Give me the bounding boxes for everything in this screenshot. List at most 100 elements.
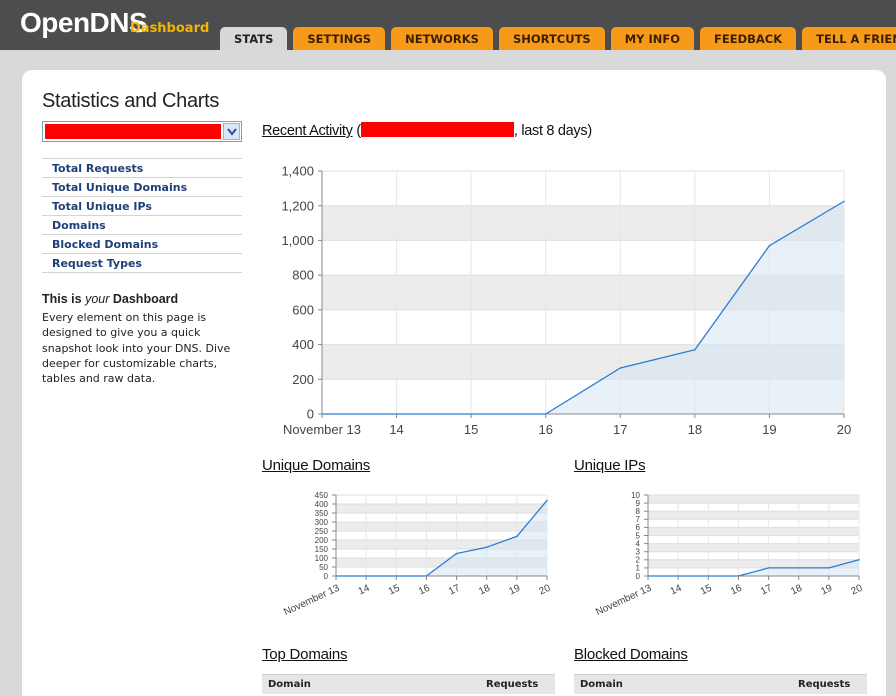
col-requests[interactable]: Requests bbox=[798, 675, 850, 695]
unique-domains-link[interactable]: Unique Domains bbox=[262, 457, 370, 474]
x-tick-label: 20 bbox=[850, 583, 865, 598]
page-title: Statistics and Charts bbox=[42, 90, 220, 112]
y-tick-label: 9 bbox=[636, 499, 641, 508]
sidebar-item-blocked-domains[interactable]: Blocked Domains bbox=[42, 235, 242, 254]
unique-ips-chart[interactable]: 012345678910 November 13 14 15 16 17 18 19 20 bbox=[574, 487, 868, 624]
tab-stats[interactable]: STATS bbox=[220, 27, 288, 50]
x-tick-label: November 13 bbox=[283, 422, 361, 437]
tab-my-info[interactable]: MY INFO bbox=[610, 27, 695, 50]
y-tick-label: 50 bbox=[319, 563, 328, 572]
y-tick-label: 0 bbox=[307, 407, 314, 422]
data-point bbox=[619, 367, 622, 369]
grid-band bbox=[648, 495, 859, 504]
top-header: OpenDNS Dashboard STATS SETTINGS NETWORK… bbox=[0, 0, 896, 50]
y-tick-label: 600 bbox=[292, 302, 314, 317]
y-tick-label: 10 bbox=[631, 491, 640, 500]
y-tick-label: 400 bbox=[292, 337, 314, 352]
sidebar-item-request-types[interactable]: Request Types bbox=[42, 254, 242, 273]
y-tick-label: 0 bbox=[324, 572, 329, 581]
sidebar-nav: Total Requests Total Unique Domains Tota… bbox=[42, 158, 242, 273]
data-point bbox=[828, 567, 830, 569]
y-tick-label: 250 bbox=[315, 527, 329, 536]
x-tick-label: 16 bbox=[729, 583, 744, 598]
y-tick-label: 200 bbox=[315, 536, 329, 545]
x-tick-label: 14 bbox=[389, 422, 403, 437]
grid-band bbox=[648, 511, 859, 520]
grid-band bbox=[322, 205, 844, 241]
x-tick-label: 16 bbox=[538, 422, 552, 437]
blocked-domains-link[interactable]: Blocked Domains bbox=[574, 646, 688, 663]
col-domain[interactable]: Domain bbox=[580, 675, 623, 695]
tab-shortcuts[interactable]: SHORTCUTS bbox=[498, 27, 605, 50]
y-tick-label: 1 bbox=[636, 564, 641, 573]
redacted-network-name bbox=[45, 124, 221, 139]
x-tick-label: 17 bbox=[613, 422, 627, 437]
y-tick-label: 7 bbox=[636, 515, 641, 524]
sidebar-item-domains[interactable]: Domains bbox=[42, 216, 242, 235]
grid-band bbox=[336, 522, 547, 531]
x-tick-label: 19 bbox=[762, 422, 776, 437]
sidebar-item-total-requests[interactable]: Total Requests bbox=[42, 159, 242, 178]
y-tick-label: 1,400 bbox=[281, 164, 314, 179]
dashboard-heading: This is your Dashboard bbox=[42, 292, 178, 306]
x-tick-label: 17 bbox=[447, 583, 462, 598]
x-tick-label: 17 bbox=[759, 583, 774, 598]
x-tick-label: 19 bbox=[507, 583, 522, 598]
data-point bbox=[694, 348, 696, 351]
tab-tell-a-friend[interactable]: TELL A FRIEND bbox=[802, 27, 896, 50]
y-tick-label: 1,200 bbox=[281, 198, 314, 213]
recent-activity-chart[interactable]: 0 200 400 600 800 1,000 1,200 1,400 November 13 1… bbox=[262, 156, 862, 442]
x-tick-label: 18 bbox=[477, 583, 492, 598]
dashboard-heading-emphasis: your bbox=[85, 292, 110, 306]
col-domain[interactable]: Domain bbox=[268, 675, 311, 695]
y-tick-label: 400 bbox=[315, 500, 329, 509]
tab-networks[interactable]: NETWORKS bbox=[391, 27, 493, 50]
recent-activity-link[interactable]: Recent Activity bbox=[262, 123, 353, 139]
y-tick-label: 6 bbox=[636, 523, 641, 532]
x-tick-label: 18 bbox=[688, 422, 702, 437]
sidebar-item-total-unique-ips[interactable]: Total Unique IPs bbox=[42, 197, 242, 216]
y-tick-label: 2 bbox=[636, 556, 641, 565]
grid-band bbox=[648, 543, 859, 552]
data-point bbox=[546, 499, 548, 502]
y-tick-label: 300 bbox=[315, 518, 329, 527]
y-tick-label: 3 bbox=[636, 548, 641, 557]
data-point bbox=[767, 567, 770, 569]
x-tick-label: November 13 bbox=[594, 583, 653, 619]
x-tick-label: 15 bbox=[699, 583, 714, 598]
x-tick-label: November 13 bbox=[282, 583, 341, 619]
y-tick-label: 800 bbox=[292, 268, 314, 283]
opendns-logo[interactable]: OpenDNS bbox=[20, 7, 148, 39]
grid-band bbox=[648, 559, 859, 568]
y-tick-label: 5 bbox=[636, 531, 641, 540]
x-tick-label: 15 bbox=[464, 422, 478, 437]
blocked-domains-table-header: Domain Requests bbox=[574, 674, 867, 694]
data-point bbox=[843, 200, 845, 203]
data-point bbox=[455, 552, 458, 555]
col-requests[interactable]: Requests bbox=[486, 675, 538, 695]
y-tick-label: 8 bbox=[636, 507, 641, 516]
data-point bbox=[797, 567, 800, 569]
top-domains-table-header: Domain Requests bbox=[262, 674, 555, 694]
data-point bbox=[516, 535, 518, 538]
y-tick-label: 100 bbox=[315, 554, 329, 563]
network-select[interactable] bbox=[42, 121, 242, 142]
tab-settings[interactable]: SETTINGS bbox=[293, 27, 386, 50]
top-domains-link[interactable]: Top Domains bbox=[262, 646, 348, 663]
y-tick-label: 4 bbox=[636, 539, 641, 548]
data-point bbox=[485, 546, 488, 548]
sidebar-item-total-unique-domains[interactable]: Total Unique Domains bbox=[42, 178, 242, 197]
tab-feedback[interactable]: FEEDBACK bbox=[700, 27, 797, 50]
dashboard-heading-suffix: Dashboard bbox=[109, 292, 179, 306]
chevron-down-icon[interactable] bbox=[223, 123, 240, 140]
dashboard-logo-label: Dashboard bbox=[130, 21, 210, 36]
x-tick-label: 16 bbox=[417, 583, 432, 598]
unique-domains-chart[interactable]: 050100150200250300350400450 November 13 14… bbox=[262, 487, 556, 624]
main-tabs: STATS SETTINGS NETWORKS SHORTCUTS MY INF… bbox=[220, 27, 896, 50]
y-tick-label: 1,000 bbox=[281, 233, 314, 248]
grid-band bbox=[648, 527, 859, 536]
unique-ips-link[interactable]: Unique IPs bbox=[574, 457, 646, 474]
dashboard-heading-prefix: This is bbox=[42, 292, 86, 306]
y-tick-label: 350 bbox=[315, 509, 329, 518]
data-point bbox=[858, 559, 860, 561]
